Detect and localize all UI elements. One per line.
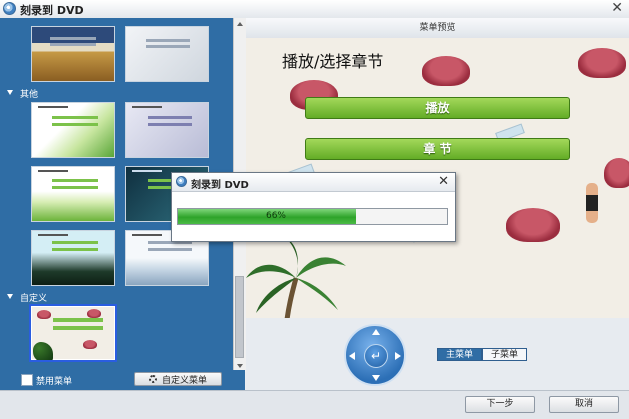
category-label-custom[interactable]: 自定义 (20, 291, 47, 304)
template-thumb-architecture[interactable] (125, 26, 209, 82)
category-label-other[interactable]: 其他 (20, 87, 38, 100)
preview-chapters-button[interactable]: 章 节 (305, 138, 570, 160)
arrow-up-icon[interactable] (372, 329, 380, 335)
cancel-button[interactable]: 取消 (549, 396, 619, 413)
template-thumb-sandy-field[interactable] (31, 26, 115, 82)
dpad-control[interactable]: ↵ (344, 324, 406, 386)
enter-icon[interactable]: ↵ (364, 344, 388, 368)
gear-icon (148, 375, 157, 383)
dvd-app-icon (176, 176, 187, 187)
template-thumb-splash[interactable] (31, 230, 115, 286)
disable-menu-checkbox[interactable] (21, 374, 33, 386)
tab-main-menu[interactable]: 主菜单 (437, 348, 482, 361)
next-button[interactable]: 下一步 (465, 396, 535, 413)
palm-tree-decoration (246, 238, 346, 318)
category-collapse-icon[interactable] (7, 294, 13, 299)
title-bar: 刻录到 DVD ✕ (0, 0, 629, 19)
disable-menu-label[interactable]: 禁用菜单 (36, 374, 72, 387)
window-title: 刻录到 DVD (20, 4, 84, 17)
template-thumb-custom-beach[interactable] (29, 304, 117, 362)
template-thumb-green-leaves[interactable] (31, 102, 115, 158)
burn-progress-dialog: 刻录到 DVD ✕ 66% (171, 172, 456, 242)
menu-preview-header: 菜单预览 (246, 18, 629, 39)
arrow-right-icon[interactable] (395, 352, 401, 360)
preview-menu-title: 播放/选择章节 (282, 52, 384, 71)
dialog-close-icon[interactable]: ✕ (438, 174, 449, 189)
scroll-thumb[interactable] (235, 276, 244, 358)
window-close-icon[interactable]: ✕ (611, 0, 623, 16)
progress-percent: 66% (265, 211, 286, 221)
tab-sub-menu[interactable]: 子菜单 (482, 348, 527, 361)
dvd-app-icon (3, 2, 16, 15)
arrow-down-icon[interactable] (372, 375, 380, 381)
preview-play-button[interactable]: 播放 (305, 97, 570, 119)
category-collapse-icon[interactable] (7, 90, 13, 95)
template-thumb-grass[interactable] (31, 166, 115, 222)
template-thumb-grey-cube[interactable] (125, 102, 209, 158)
menu-navigation: ↵ 主菜单 子菜单 (246, 318, 629, 390)
scroll-up-icon[interactable] (234, 18, 246, 30)
burn-progress-bar: 66% (177, 208, 448, 225)
custom-menu-button[interactable]: 自定义菜单 (134, 372, 222, 386)
template-panel-footer: 禁用菜单 自定义菜单 (0, 370, 245, 390)
dialog-title: 刻录到 DVD (191, 180, 249, 191)
wizard-footer: 下一步 取消 (0, 390, 629, 419)
dialog-title-bar: 刻录到 DVD ✕ (172, 173, 455, 192)
arrow-left-icon[interactable] (349, 352, 355, 360)
custom-menu-button-label: 自定义菜单 (161, 375, 207, 386)
